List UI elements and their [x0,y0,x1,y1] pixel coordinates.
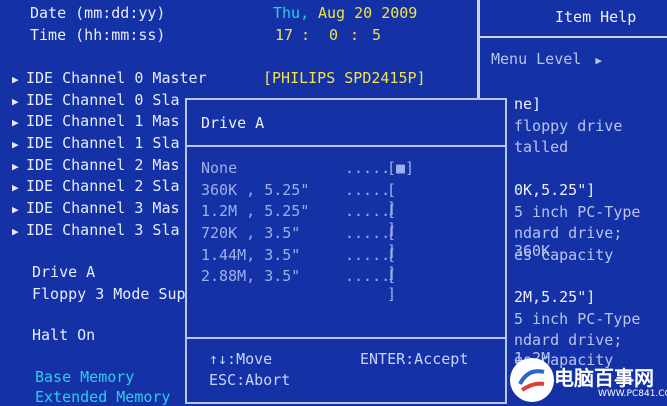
watermark: 电脑百事网 WWW.PC841.COM [510,358,667,403]
extended-memory-label: Extended Memory [35,388,171,406]
time-label: Time (hh:mm:ss) [30,26,166,44]
option-checkbox[interactable]: [■] [387,159,414,177]
ide-item-label: IDE Channel 3 Sla [26,221,180,239]
option-288m-35[interactable]: 2.88M, 3.5".....[ ] [201,267,396,303]
halt-on-label[interactable]: Halt On [32,326,95,344]
ide-channel-3-slave[interactable]: ▶ IDE Channel 3 Sla [12,221,180,239]
ide-channel-0-master[interactable]: ▶ IDE Channel 0 Master [12,69,207,87]
menu-level-arrow-icon: ▶ [595,54,602,67]
popup-footer-divider [187,337,505,339]
submenu-arrow-icon: ▶ [12,138,19,151]
option-label: None [201,159,238,177]
ide-channel-2-slave[interactable]: ▶ IDE Channel 2 Sla [12,177,180,195]
time-minute[interactable]: 0 [329,26,338,44]
date-day: Thu, [273,4,310,22]
time-hour[interactable]: 17 [275,26,293,44]
time-sep-2: : [350,26,360,44]
option-label: 2.88M, 3.5" [201,267,301,285]
option-dots: ..... [345,181,391,199]
option-none[interactable]: None..... [■] [201,159,414,177]
move-hint: ↑↓:Move [209,350,273,368]
help-line: 5 inch PC-Type [514,203,641,221]
help-line: talled [514,138,569,156]
help-line: 5 inch PC-Type [514,310,641,328]
ide-item-label: IDE Channel 2 Sla [26,177,180,195]
option-label: 720K , 3.5" [201,224,301,242]
submenu-arrow-icon: ▶ [12,203,19,216]
option-12m-525[interactable]: 1.2M , 5.25".....[ ] [201,202,396,238]
ide-channel-3-master[interactable]: ▶ IDE Channel 3 Mas [12,199,180,217]
item-help-title: Item Help [555,8,637,26]
watermark-url: WWW.PC841.COM [598,389,667,399]
abort-hint: ESC:Abort [209,371,291,389]
accept-hint: ENTER:Accept [360,350,469,368]
ide-channel-1-master[interactable]: ▶ IDE Channel 1 Mas [12,112,180,130]
popup-title: Drive A [201,114,265,132]
base-memory-label: Base Memory [35,368,135,386]
help-line: floppy drive [514,117,623,135]
drive-a-label[interactable]: Drive A [32,263,95,281]
submenu-arrow-icon: ▶ [12,116,19,129]
ide-item-label: IDE Channel 1 Mas [26,112,180,130]
date-label: Date (mm:dd:yy) [30,4,166,22]
option-720k-35[interactable]: 720K , 3.5".....[ ] [201,224,396,260]
option-dots: ..... [345,224,391,242]
ide-item-label: IDE Channel 1 Sla [26,134,180,152]
option-label: 1.44M, 3.5" [201,246,301,264]
drive-a-popup: Drive A None..... [■] 360K , 5.25".....[ … [185,98,507,404]
popup-title-divider [187,145,505,147]
submenu-arrow-icon: ▶ [12,225,19,238]
help-line: 2M,5.25"] [514,288,596,306]
option-dots: ..... [345,202,391,220]
ide-channel-1-slave[interactable]: ▶ IDE Channel 1 Sla [12,134,180,152]
help-line: ne] [514,95,542,113]
submenu-arrow-icon: ▶ [12,160,19,173]
option-144m-35[interactable]: 1.44M, 3.5".....[ ] [201,246,396,282]
ide-channel-0-slave[interactable]: ▶ IDE Channel 0 Sla [12,91,180,109]
submenu-arrow-icon: ▶ [12,181,19,194]
watermark-text: 电脑百事网 [554,366,654,390]
option-checkbox[interactable]: [ ] [387,267,396,303]
submenu-arrow-icon: ▶ [12,73,19,86]
option-dots: ..... [345,267,391,285]
option-360k-525[interactable]: 360K , 5.25".....[ ] [201,181,396,217]
time-sep-1: : [301,26,311,44]
ide-channel-0-master-value: [PHILIPS SPD2415P] [263,69,426,87]
ide-item-label: IDE Channel 2 Mas [26,156,180,174]
ide-item-label: IDE Channel 0 Sla [26,91,180,109]
floppy-3-mode-label[interactable]: Floppy 3 Mode Sup [32,285,186,303]
watermark-logo-icon [510,358,554,402]
ide-channel-2-master[interactable]: ▶ IDE Channel 2 Mas [12,156,180,174]
date-value[interactable]: Aug 20 2009 [318,4,417,22]
time-second[interactable]: 5 [372,26,381,44]
help-title-divider [480,36,667,38]
option-label: 1.2M , 5.25" [201,202,310,220]
help-line: 0K,5.25"] [514,181,596,199]
ide-item-label: IDE Channel 3 Mas [26,199,180,217]
help-line: es capacity [514,246,614,264]
submenu-arrow-icon: ▶ [12,95,19,108]
option-dots: ..... [345,246,391,264]
ide-item-label: IDE Channel 0 Master [26,69,207,87]
menu-level-label: Menu Level [491,50,582,68]
menu-level: Menu Level ▶ [491,50,602,68]
option-label: 360K , 5.25" [201,181,310,199]
option-dots: ..... [345,159,391,177]
